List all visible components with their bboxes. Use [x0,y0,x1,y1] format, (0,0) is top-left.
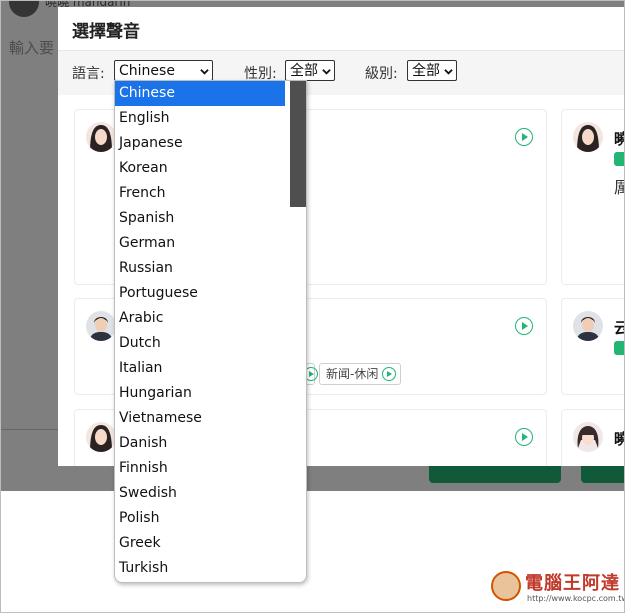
level-select-value: 全部 [412,63,440,79]
play-icon[interactable] [515,428,533,446]
level-select[interactable]: 全部 [407,60,457,81]
scrollbar-thumb[interactable] [290,81,306,207]
gender-select-value: 全部 [290,63,318,79]
language-option[interactable]: Swedish [115,481,285,506]
language-option[interactable]: Arabic [115,306,285,331]
language-option[interactable]: German [115,231,285,256]
chevron-down-icon [322,69,331,75]
voice-avatar [573,311,603,341]
voice-avatar [86,122,116,152]
voice-avatar [573,422,603,452]
language-option[interactable]: Korean [115,156,285,181]
language-option[interactable]: Finnish [115,456,285,481]
language-option[interactable]: Chinese [115,81,285,106]
voice-name: 曉 [614,428,624,449]
language-option[interactable]: Hungarian [115,381,285,406]
style-tag-label: 新闻-休闲 [326,367,379,381]
language-option[interactable]: French [115,181,285,206]
voice-avatar [86,422,116,452]
voice-card[interactable]: 曉 厲 [561,109,624,285]
voice-card[interactable]: 云 [561,298,624,395]
language-option[interactable]: Danish [115,431,285,456]
language-dropdown-list[interactable]: Chinese English Japanese Korean French Spanis… [114,80,307,583]
language-option[interactable]: Greek [115,531,285,556]
voice-name: 云 [614,317,624,338]
language-select-value: Chinese [119,63,175,79]
screenshot-frame: 曉曉 mandarin 輸入要 選擇聲音 語言: Chinese 性別: 全部 … [0,0,625,613]
voice-avatar [573,122,603,152]
watermark-url: http://www.kocpc.com.tw [527,594,625,603]
language-option[interactable]: Spanish [115,206,285,231]
language-options: Chinese English Japanese Korean French Spanis… [115,81,306,581]
language-option[interactable]: Russian [115,256,285,281]
language-label: 語言: [72,66,105,82]
language-select[interactable]: Chinese [114,60,213,81]
play-icon[interactable] [515,317,533,335]
gender-select[interactable]: 全部 [285,60,335,81]
language-option[interactable]: Japanese [115,131,285,156]
voice-description: 厲 [614,174,624,198]
dropdown-scrollbar[interactable] [290,81,306,582]
language-option[interactable]: Portuguese [115,281,285,306]
language-option[interactable]: Polish [115,506,285,531]
style-tag-news[interactable]: 新闻-休闲 [319,363,402,385]
language-option[interactable]: Italian [115,356,285,381]
language-option[interactable]: Vietnamese [115,406,285,431]
level-label: 級別: [365,66,398,82]
watermark-title: 電腦王阿達 [525,573,620,594]
mascot-icon [491,571,521,601]
voice-badge [614,152,624,166]
chevron-down-icon [444,69,453,75]
voice-avatar [86,311,116,341]
voice-card[interactable]: 曉 [561,409,624,466]
language-option[interactable]: Dutch [115,331,285,356]
language-option[interactable]: English [115,106,285,131]
dialog-title: 選擇聲音 [72,22,140,42]
voice-badge [614,341,624,355]
play-icon [382,367,397,381]
language-option[interactable]: Turkish [115,556,285,581]
chevron-down-icon [200,69,209,75]
watermark-logo: 電腦王阿達 http://www.kocpc.com.tw [491,567,624,609]
play-icon[interactable] [515,128,533,146]
voice-name: 曉 [614,128,624,149]
